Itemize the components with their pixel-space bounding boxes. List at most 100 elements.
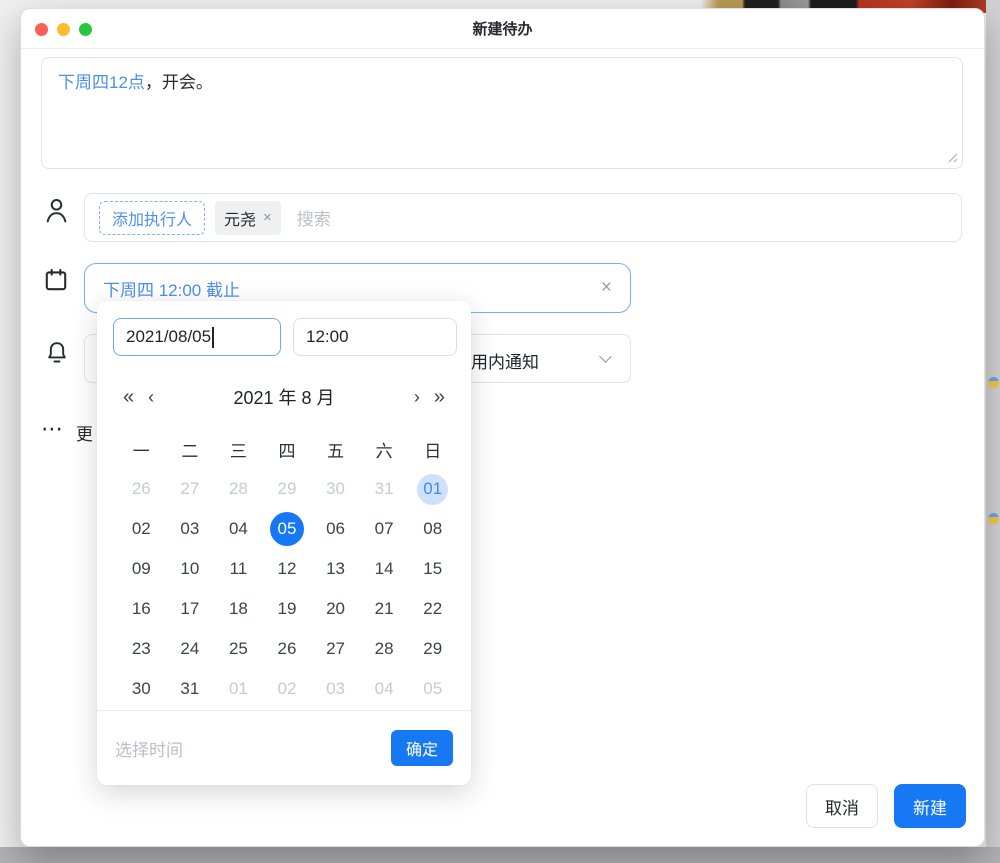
day-cell[interactable]: 26 <box>117 469 166 509</box>
day-cell[interactable]: 25 <box>214 629 263 669</box>
next-year-icon[interactable]: » <box>434 387 445 407</box>
weekday-label: 三 <box>214 429 263 469</box>
day-number: 29 <box>416 632 450 666</box>
day-number: 02 <box>124 512 158 546</box>
date-picker-popup: 2021/08/05 12:00 « ‹ 2021 年 8 月 › » 一二三四… <box>97 301 471 785</box>
confirm-button[interactable]: 确定 <box>391 730 453 766</box>
day-cell[interactable]: 22 <box>408 589 457 629</box>
resize-handle-icon[interactable] <box>946 152 958 164</box>
day-cell[interactable]: 28 <box>214 469 263 509</box>
day-cell[interactable]: 06 <box>311 509 360 549</box>
background-bottom-strip <box>0 847 1000 863</box>
picker-time-value: 12:00 <box>306 327 349 347</box>
assignee-tag[interactable]: 元尧 × <box>215 201 281 235</box>
weekday-label: 五 <box>311 429 360 469</box>
close-window-button[interactable] <box>35 23 48 36</box>
day-number: 08 <box>416 512 450 546</box>
day-number: 15 <box>416 552 450 586</box>
day-cell[interactable]: 12 <box>263 549 312 589</box>
select-time-link[interactable]: 选择时间 <box>115 736 391 761</box>
day-number: 26 <box>270 632 304 666</box>
day-cell[interactable]: 20 <box>311 589 360 629</box>
day-cell[interactable]: 27 <box>311 629 360 669</box>
calendar-month-title: 2021 年 8 月 <box>154 384 414 410</box>
zoom-window-button[interactable] <box>79 23 92 36</box>
day-number: 29 <box>270 472 304 506</box>
create-button[interactable]: 新建 <box>894 784 966 828</box>
day-number: 27 <box>319 632 353 666</box>
due-date-value: 下周四 12:00 截止 <box>103 276 601 301</box>
day-number: 23 <box>124 632 158 666</box>
weekday-label: 六 <box>360 429 409 469</box>
day-cell[interactable]: 19 <box>263 589 312 629</box>
day-number: 13 <box>319 552 353 586</box>
day-number: 04 <box>221 512 255 546</box>
add-assignee-button[interactable]: 添加执行人 <box>99 201 205 235</box>
day-number: 05 <box>416 672 450 706</box>
day-cell[interactable]: 13 <box>311 549 360 589</box>
day-cell[interactable]: 15 <box>408 549 457 589</box>
day-cell[interactable]: 30 <box>117 669 166 709</box>
day-cell[interactable]: 30 <box>311 469 360 509</box>
day-cell[interactable]: 10 <box>166 549 215 589</box>
day-cell[interactable]: 11 <box>214 549 263 589</box>
day-cell[interactable]: 04 <box>360 669 409 709</box>
calendar-days-grid: 2627282930310102030405060708091011121314… <box>117 469 457 709</box>
day-cell[interactable]: 28 <box>360 629 409 669</box>
day-cell[interactable]: 21 <box>360 589 409 629</box>
day-cell[interactable]: 29 <box>408 629 457 669</box>
day-cell[interactable]: 04 <box>214 509 263 549</box>
weekday-label: 四 <box>263 429 312 469</box>
more-label[interactable]: 更 <box>76 420 93 445</box>
day-cell[interactable]: 05 <box>263 509 312 549</box>
minimize-window-button[interactable] <box>57 23 70 36</box>
next-month-icon[interactable]: › <box>414 388 420 406</box>
day-cell[interactable]: 02 <box>117 509 166 549</box>
popup-footer: 选择时间 确定 <box>97 711 471 785</box>
weekday-label: 一 <box>117 429 166 469</box>
background-emoji-sticker <box>988 513 999 524</box>
assignee-search-placeholder: 搜索 <box>297 205 331 230</box>
window-title: 新建待办 <box>21 18 984 39</box>
picker-date-input[interactable]: 2021/08/05 <box>113 318 281 356</box>
day-cell[interactable]: 08 <box>408 509 457 549</box>
day-cell[interactable]: 07 <box>360 509 409 549</box>
day-cell[interactable]: 26 <box>263 629 312 669</box>
day-cell[interactable]: 23 <box>117 629 166 669</box>
assignee-field[interactable]: 添加执行人 元尧 × 搜索 <box>84 193 962 242</box>
day-cell[interactable]: 01 <box>408 469 457 509</box>
cancel-button[interactable]: 取消 <box>806 784 878 828</box>
day-cell[interactable]: 31 <box>360 469 409 509</box>
day-number: 25 <box>221 632 255 666</box>
day-cell[interactable]: 18 <box>214 589 263 629</box>
day-number: 03 <box>319 672 353 706</box>
day-number: 07 <box>367 512 401 546</box>
day-cell[interactable]: 05 <box>408 669 457 709</box>
day-number: 01 <box>417 474 448 505</box>
clear-due-date-icon[interactable]: × <box>601 277 612 299</box>
day-number: 11 <box>221 552 255 586</box>
day-cell[interactable]: 01 <box>214 669 263 709</box>
day-cell[interactable]: 31 <box>166 669 215 709</box>
picker-time-input[interactable]: 12:00 <box>293 318 457 356</box>
day-cell[interactable]: 17 <box>166 589 215 629</box>
remove-assignee-icon[interactable]: × <box>263 209 272 226</box>
day-cell[interactable]: 27 <box>166 469 215 509</box>
day-number: 04 <box>367 672 401 706</box>
day-cell[interactable]: 24 <box>166 629 215 669</box>
day-cell[interactable]: 03 <box>166 509 215 549</box>
task-text: ，开会。 <box>145 73 213 92</box>
day-number: 05 <box>270 512 304 546</box>
day-cell[interactable]: 14 <box>360 549 409 589</box>
prev-year-icon[interactable]: « <box>123 387 134 407</box>
day-cell[interactable]: 16 <box>117 589 166 629</box>
day-cell[interactable]: 03 <box>311 669 360 709</box>
day-cell[interactable]: 29 <box>263 469 312 509</box>
task-description-textarea[interactable]: 下周四12点，开会。 <box>41 57 963 169</box>
day-cell[interactable]: 09 <box>117 549 166 589</box>
day-cell[interactable]: 02 <box>263 669 312 709</box>
chevron-down-icon <box>599 350 612 363</box>
calendar-nav: « ‹ 2021 年 8 月 › » <box>97 377 471 417</box>
background-window-right-strip <box>986 0 1000 863</box>
task-date-highlight: 下周四12点 <box>58 73 145 92</box>
